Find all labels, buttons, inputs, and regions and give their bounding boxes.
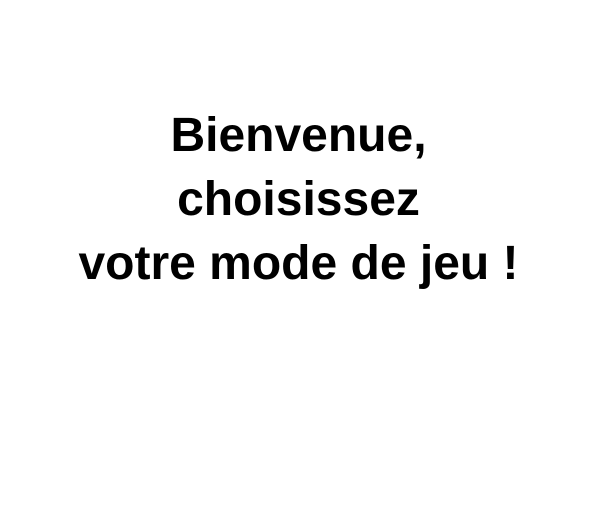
welcome-message: Bienvenue, choisissez votre mode de jeu …	[0, 104, 597, 296]
welcome-screen: Bienvenue, choisissez votre mode de jeu …	[0, 0, 597, 527]
welcome-line-2: choisissez	[177, 173, 420, 226]
welcome-line-1: Bienvenue,	[170, 109, 427, 162]
welcome-line-3: votre mode de jeu !	[78, 237, 519, 290]
